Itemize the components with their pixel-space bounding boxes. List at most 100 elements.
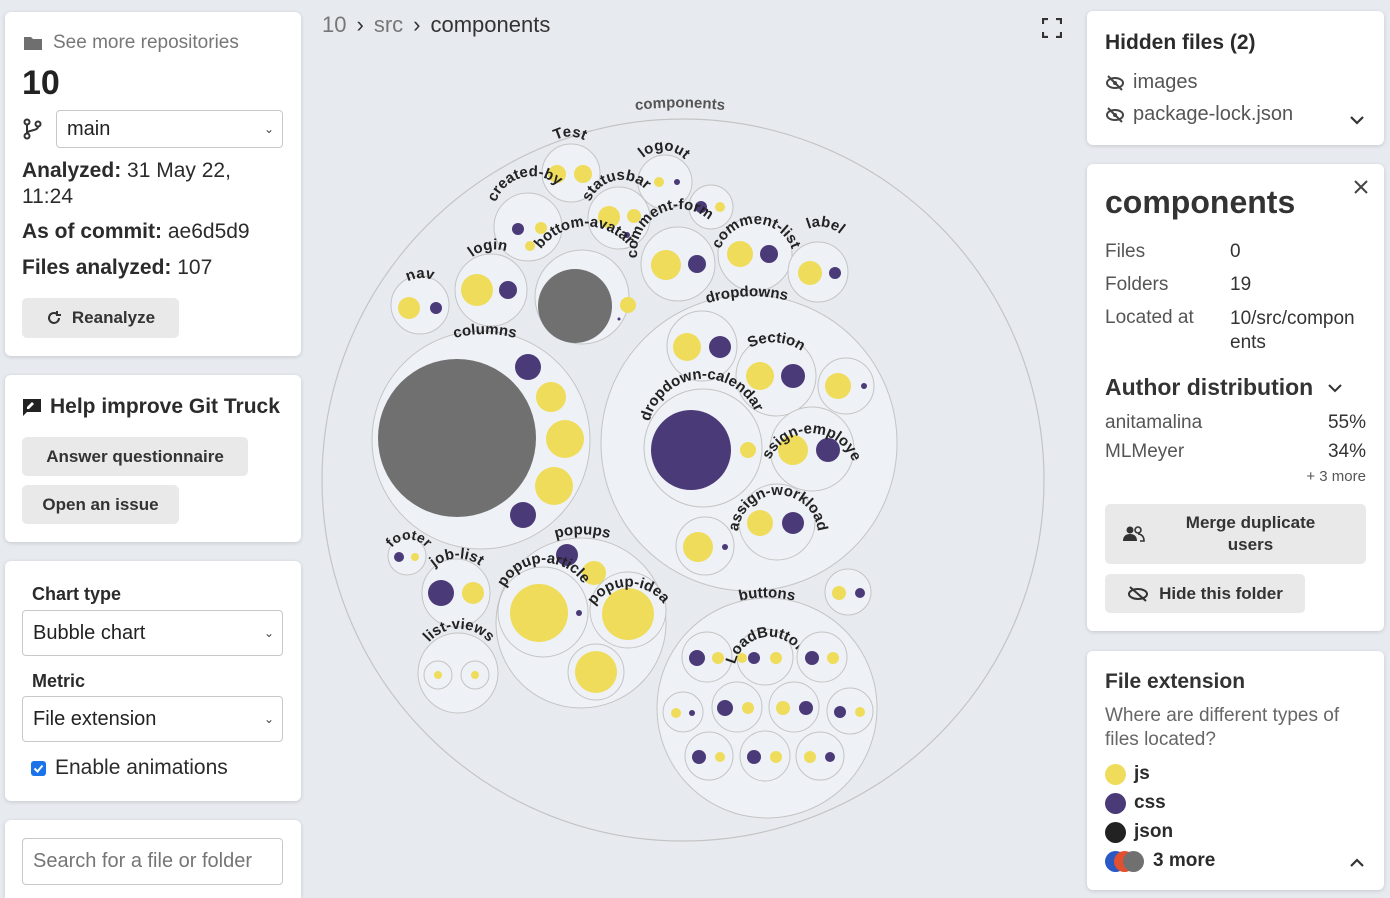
folder-unnamed[interactable] bbox=[796, 631, 848, 683]
bubble-css[interactable] bbox=[717, 700, 733, 716]
bubble-other[interactable] bbox=[378, 359, 536, 517]
breadcrumb-src[interactable]: src bbox=[374, 12, 403, 38]
fullscreen-icon[interactable] bbox=[1042, 18, 1062, 38]
search-input[interactable] bbox=[22, 838, 283, 885]
bubble-js[interactable] bbox=[536, 382, 566, 412]
bubble-js[interactable] bbox=[673, 333, 701, 361]
animations-checkbox[interactable] bbox=[31, 760, 46, 776]
bubble-css[interactable] bbox=[689, 650, 705, 666]
bubble-css[interactable] bbox=[760, 245, 778, 263]
bubble-js[interactable] bbox=[471, 671, 479, 679]
bubble-css[interactable] bbox=[394, 552, 404, 562]
folder-unnamed[interactable] bbox=[795, 731, 845, 781]
bubble-js[interactable] bbox=[715, 752, 725, 762]
bubble-css[interactable] bbox=[688, 255, 706, 273]
bubble-css[interactable] bbox=[782, 512, 804, 534]
hide-folder-button[interactable]: Hide this folder bbox=[1105, 574, 1305, 613]
hidden-file-item[interactable]: images bbox=[1105, 71, 1197, 94]
bubble-js[interactable] bbox=[804, 751, 816, 763]
bubble-js[interactable] bbox=[715, 202, 725, 212]
bubble-js[interactable] bbox=[602, 588, 654, 640]
author-distribution-header[interactable]: Author distribution bbox=[1105, 374, 1343, 401]
bubble-css[interactable] bbox=[515, 354, 541, 380]
bubble-css[interactable] bbox=[651, 410, 731, 490]
bubble-js[interactable] bbox=[798, 261, 822, 285]
breadcrumb-separator: › bbox=[356, 12, 364, 37]
bubble-css[interactable] bbox=[499, 281, 517, 299]
bubble-js[interactable] bbox=[712, 652, 724, 664]
bubble-js[interactable] bbox=[825, 373, 851, 399]
bubble-js[interactable] bbox=[411, 553, 419, 561]
breadcrumb-root[interactable]: 10 bbox=[322, 12, 346, 38]
bubble-js[interactable] bbox=[461, 274, 493, 306]
open-issue-button[interactable]: Open an issue bbox=[22, 485, 179, 524]
bubble-css[interactable] bbox=[781, 364, 805, 388]
bubble-css[interactable] bbox=[674, 179, 680, 185]
bubble-css[interactable] bbox=[799, 701, 813, 715]
bubble-other[interactable] bbox=[538, 269, 612, 343]
bubble-js[interactable] bbox=[651, 250, 681, 280]
bubble-js[interactable] bbox=[740, 442, 756, 458]
answer-questionnaire-button[interactable]: Answer questionnaire bbox=[22, 437, 248, 476]
bubble-css[interactable] bbox=[748, 652, 760, 664]
bubble-js[interactable] bbox=[827, 652, 839, 664]
more-authors[interactable]: + 3 more bbox=[1306, 468, 1366, 485]
bubble-css[interactable] bbox=[617, 317, 621, 321]
bubble-css[interactable] bbox=[709, 336, 731, 358]
bubble-js[interactable] bbox=[727, 241, 753, 267]
close-icon[interactable] bbox=[1353, 179, 1369, 195]
bubble-css[interactable] bbox=[430, 302, 442, 314]
legend-title: File extension bbox=[1105, 670, 1246, 693]
bubble-js[interactable] bbox=[747, 510, 773, 536]
bubble-js[interactable] bbox=[770, 652, 782, 664]
bubble-css[interactable] bbox=[722, 544, 728, 550]
bubble-js[interactable] bbox=[575, 651, 617, 693]
folder-unnamed[interactable] bbox=[826, 687, 874, 735]
bubble-css[interactable] bbox=[692, 750, 706, 764]
bubble-css[interactable] bbox=[829, 267, 841, 279]
chevron-up-icon[interactable] bbox=[1349, 857, 1365, 869]
bubble-css[interactable] bbox=[689, 710, 695, 716]
bubble-css[interactable] bbox=[825, 752, 835, 762]
bubble-css[interactable] bbox=[855, 588, 865, 598]
bubble-css[interactable] bbox=[747, 750, 761, 764]
reanalyze-button[interactable]: Reanalyze bbox=[22, 298, 179, 338]
bubble-css[interactable] bbox=[576, 610, 582, 616]
chevron-down-icon[interactable] bbox=[1349, 114, 1365, 126]
bubble-js[interactable] bbox=[770, 751, 782, 763]
bubble-css[interactable] bbox=[834, 706, 846, 718]
bubble-js[interactable] bbox=[434, 671, 442, 679]
details-title: components bbox=[1105, 184, 1296, 220]
author-percent: 55% bbox=[1327, 412, 1366, 433]
bubble-css[interactable] bbox=[512, 223, 524, 235]
chart-type-select[interactable]: Bubble chart ⌄ bbox=[22, 610, 283, 656]
bubble-js[interactable] bbox=[742, 702, 754, 714]
bubble-js[interactable] bbox=[832, 586, 846, 600]
bubble-js[interactable] bbox=[510, 584, 568, 642]
bubble-js[interactable] bbox=[620, 297, 636, 313]
bubble-js[interactable] bbox=[671, 708, 681, 718]
see-more-repos-link[interactable]: See more repositories bbox=[23, 32, 239, 54]
hidden-file-item[interactable]: package-lock.json bbox=[1105, 103, 1293, 126]
bubble-css[interactable] bbox=[861, 383, 867, 389]
branch-select[interactable]: main ⌄ bbox=[56, 110, 283, 148]
bubble-js[interactable] bbox=[398, 297, 420, 319]
bubble-js[interactable] bbox=[776, 701, 790, 715]
details-card: components Files 0 Folders 19 Located at… bbox=[1087, 164, 1384, 631]
bubble-js[interactable] bbox=[462, 582, 484, 604]
merge-duplicate-users-button[interactable]: Merge duplicate users bbox=[1105, 504, 1366, 564]
bubble-js[interactable] bbox=[654, 177, 664, 187]
bubble-js[interactable] bbox=[855, 707, 865, 717]
label-test: Test bbox=[551, 123, 590, 143]
metric-select[interactable]: File extension ⌄ bbox=[22, 696, 283, 742]
bubble-css[interactable] bbox=[510, 502, 536, 528]
bubble-js[interactable] bbox=[535, 467, 573, 505]
label-components: components bbox=[634, 94, 726, 114]
bubble-js[interactable] bbox=[546, 420, 584, 458]
legend-more[interactable]: 3 more bbox=[1105, 850, 1215, 872]
bubble-js[interactable] bbox=[683, 532, 713, 562]
branch-value: main bbox=[67, 117, 111, 140]
folder-unnamed[interactable] bbox=[662, 691, 704, 733]
bubble-css[interactable] bbox=[428, 580, 454, 606]
bubble-css[interactable] bbox=[805, 651, 819, 665]
